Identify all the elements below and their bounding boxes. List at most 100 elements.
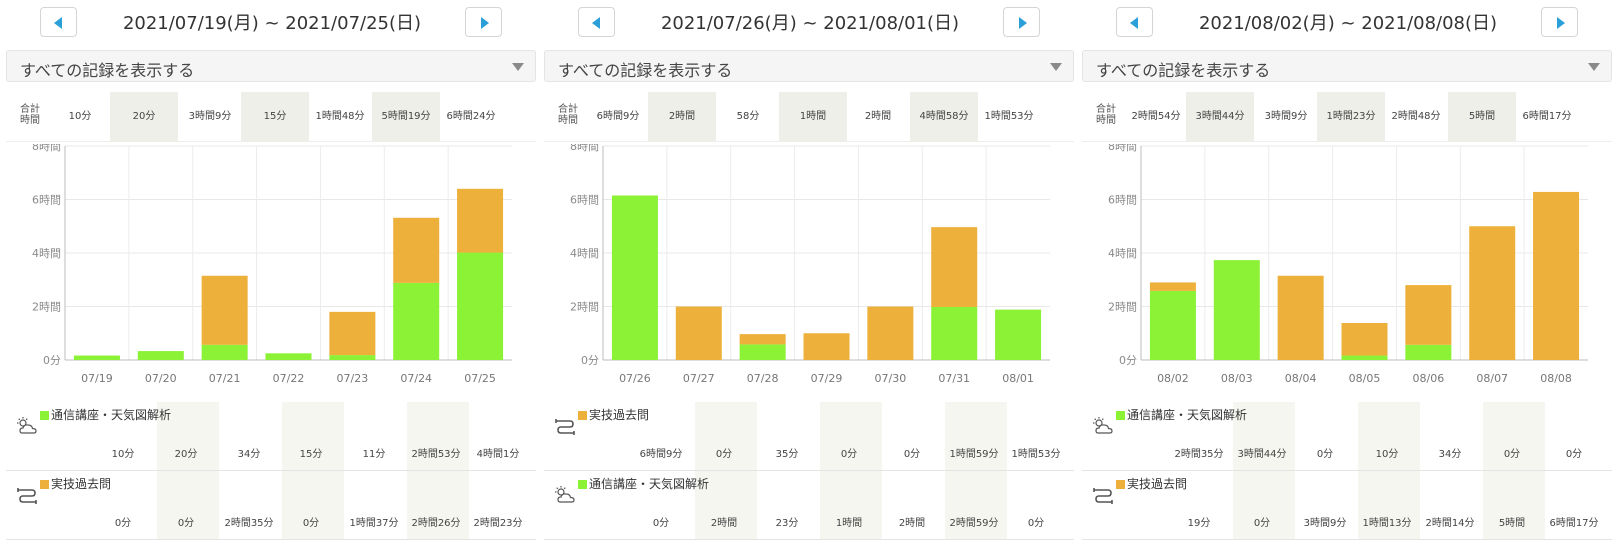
subject-daily-value: 6時間9分 — [639, 449, 683, 460]
record-filter-select[interactable]: すべての記録を表示する — [544, 50, 1074, 82]
subject-daily-value: 3時間44分 — [1237, 449, 1287, 460]
y-tick-label: 6時間 — [1108, 194, 1137, 207]
daily-total-value: 3時間44分 — [1186, 92, 1254, 142]
daily-total-value: 3時間9分 — [188, 111, 232, 122]
next-week-button[interactable] — [1541, 7, 1578, 37]
subject-daily-value: 10分 — [111, 449, 135, 460]
pipe-icon — [17, 488, 37, 504]
y-tick-label: 0分 — [1119, 354, 1137, 367]
next-week-button[interactable] — [465, 7, 502, 37]
x-tick-label: 08/02 — [1157, 372, 1189, 385]
stacked-bar-chart: 0分 2時間 4時間 6時間 8時間 07/26 07/27 07/28 07/29 07/30 0… — [570, 144, 1050, 385]
daily-total-value: 1時間53分 — [984, 111, 1034, 122]
bar-segment — [265, 353, 312, 360]
x-tick-label: 08/08 — [1540, 372, 1572, 385]
prev-week-button[interactable] — [578, 7, 615, 37]
bar-segment — [675, 306, 722, 360]
bar-segment — [1405, 285, 1452, 345]
subject-breakdown: 実技過去問 6時間9分 0分 35分 0分 0分 1時間59分 1時間53分 — [544, 402, 1074, 471]
subject-daily-value: 0分 — [1316, 449, 1334, 460]
caret-down-icon — [1050, 63, 1062, 71]
subject-daily-value: 0分 — [840, 449, 858, 460]
weather-sun-cloud-icon — [555, 486, 575, 503]
daily-total-value: 58分 — [736, 111, 760, 122]
y-tick-label: 6時間 — [570, 194, 599, 207]
date-range-label: 2021/08/02(月) ~ 2021/08/08(日) — [1198, 13, 1498, 34]
legend-swatch — [1116, 411, 1125, 420]
subject-daily-value: 15分 — [299, 449, 323, 460]
y-tick-label: 4時間 — [32, 247, 61, 260]
subject-daily-value: 34分 — [237, 449, 261, 460]
subject-daily-value: 0分 — [114, 518, 132, 529]
subject-daily-value: 0分 — [177, 518, 195, 529]
pipe-icon — [1093, 488, 1113, 504]
subject-daily-value: 0分 — [1565, 449, 1583, 460]
bar-segment — [931, 306, 978, 360]
record-filter-select[interactable]: すべての記録を表示する — [6, 50, 536, 82]
subject-label: 実技過去問 — [589, 408, 650, 422]
sun-ray — [563, 487, 566, 490]
record-filter-value: すべての記録を表示する — [20, 61, 195, 80]
bar-segment — [1149, 282, 1196, 291]
bar-segment — [73, 355, 120, 360]
subject-daily-value: 2時間35分 — [1174, 449, 1224, 460]
daily-totals-row: 合計時間 10分 20分 3時間9分 15分 1時間48分 5時間19分 6時間24分 — [6, 92, 536, 142]
subject-breakdown: 通信講座・天気図解析 10分 20分 34分 15分 11分 2時間53分 4時間1分 — [6, 402, 536, 471]
subject-daily-value: 20分 — [174, 449, 198, 460]
subject-daily-value: 2時間23分 — [473, 518, 523, 529]
subject-daily-value: 19分 — [1187, 518, 1211, 529]
chevron-right-icon — [1557, 17, 1565, 29]
subject-daily-value: 0分 — [1027, 518, 1045, 529]
subject-daily-value: 2時間35分 — [224, 518, 274, 529]
daily-totals-row: 合計時間 6時間9分 2時間 58分 1時間 2時間 4時間58分 1時間53分 — [544, 92, 1074, 142]
record-filter-select[interactable]: すべての記録を表示する — [1082, 50, 1612, 82]
daily-total-value: 3時間9分 — [1264, 111, 1308, 122]
prev-week-button[interactable] — [1116, 7, 1153, 37]
subject-daily-value: 0分 — [1503, 449, 1521, 460]
bar-segment — [329, 355, 376, 360]
subject-daily-value: 2時間59分 — [949, 518, 999, 529]
subject-daily-value: 0分 — [302, 518, 320, 529]
bar-segment — [457, 188, 504, 253]
sun-ray — [556, 487, 559, 490]
daily-total-value: 5時間 — [1448, 92, 1516, 142]
bar-segment — [1533, 191, 1580, 360]
y-tick-label: 8時間 — [570, 144, 599, 153]
subject-breakdown: 実技過去問 0分 0分 2時間35分 0分 1時間37分 2時間26分 2時間23分 — [6, 471, 536, 540]
bar-segment — [611, 195, 658, 360]
subject-daily-value: 1時間59分 — [949, 449, 999, 460]
daily-total-value: 20分 — [110, 92, 178, 142]
y-tick-label: 2時間 — [1108, 301, 1137, 314]
x-tick-label: 07/20 — [145, 372, 177, 385]
subject-daily-value: 2時間14分 — [1425, 518, 1475, 529]
subject-daily-value: 1時間13分 — [1362, 518, 1412, 529]
next-week-button[interactable] — [1003, 7, 1040, 37]
legend-swatch — [40, 411, 49, 420]
date-range-label: 2021/07/19(月) ~ 2021/07/25(日) — [122, 13, 422, 34]
bar-segment — [1149, 290, 1196, 360]
bar-segment — [329, 311, 376, 356]
daily-total-value: 1時間 — [779, 92, 847, 142]
sun-ray — [1094, 418, 1097, 421]
x-tick-label: 08/01 — [1002, 372, 1034, 385]
y-tick-label: 4時間 — [570, 247, 599, 260]
subject-daily-value: 3時間9分 — [1303, 518, 1347, 529]
week-panel: 2021/08/02(月) ~ 2021/08/08(日) すべての記録を表示する… — [1082, 0, 1617, 556]
daily-total-value: 10分 — [68, 111, 92, 122]
subject-daily-value: 34分 — [1438, 449, 1462, 460]
bar-segment — [1213, 260, 1260, 360]
daily-total-value: 6時間24分 — [446, 111, 496, 122]
bar-segment — [1469, 226, 1516, 360]
daily-total-value: 1時間23分 — [1317, 92, 1385, 142]
subject-daily-value: 1時間53分 — [1011, 449, 1061, 460]
totals-row-label: 合計時間 — [20, 104, 40, 126]
prev-week-button[interactable] — [40, 7, 77, 37]
subject-label: 実技過去問 — [1127, 477, 1188, 491]
x-tick-label: 07/28 — [747, 372, 779, 385]
bar-segment — [995, 309, 1042, 360]
bar-segment — [201, 344, 248, 360]
bar-segment — [1277, 275, 1324, 360]
y-tick-label: 8時間 — [1108, 144, 1137, 153]
x-tick-label: 07/27 — [683, 372, 715, 385]
date-range-label: 2021/07/26(月) ~ 2021/08/01(日) — [660, 13, 960, 34]
